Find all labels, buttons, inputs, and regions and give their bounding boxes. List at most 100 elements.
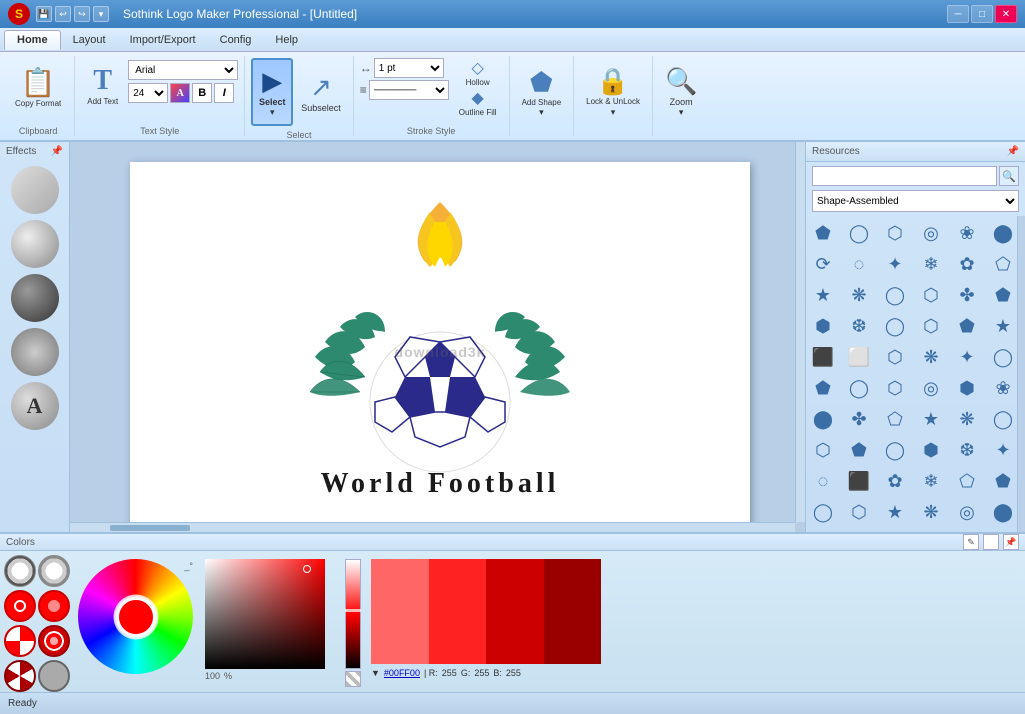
quick-redo-btn[interactable]: ↪ bbox=[74, 6, 90, 22]
swatch-red[interactable] bbox=[4, 590, 36, 622]
shape-item-25[interactable]: ⬜ bbox=[844, 342, 874, 372]
resources-search-input[interactable] bbox=[812, 166, 997, 186]
menu-layout[interactable]: Layout bbox=[61, 31, 118, 49]
gradient-square[interactable] bbox=[205, 559, 325, 669]
shape-item-60[interactable]: ⬟ bbox=[808, 528, 838, 532]
shape-item-20[interactable]: ◯ bbox=[880, 311, 910, 341]
shape-item-40[interactable]: ❋ bbox=[952, 404, 982, 434]
shape-item-65[interactable]: ❀ bbox=[988, 528, 1018, 532]
shape-item-12[interactable]: ★ bbox=[808, 280, 838, 310]
shape-item-56[interactable]: ★ bbox=[880, 497, 910, 527]
canvas-area[interactable]: World Football download3k bbox=[70, 142, 805, 532]
h-scrollbar[interactable] bbox=[70, 522, 795, 532]
v-scrollbar[interactable] bbox=[795, 142, 805, 522]
shape-item-13[interactable]: ❋ bbox=[844, 280, 874, 310]
bold-btn[interactable]: B bbox=[192, 83, 212, 103]
add-shape-btn[interactable]: ⬟ Add Shape ▾ bbox=[516, 58, 568, 126]
shape-item-59[interactable]: ⬤ bbox=[988, 497, 1018, 527]
swatch-neutral2[interactable] bbox=[38, 555, 70, 587]
shape-item-55[interactable]: ⬡ bbox=[844, 497, 874, 527]
stroke-line-select[interactable]: ────── bbox=[369, 80, 449, 100]
select-btn[interactable]: ▶ Select ▾ bbox=[251, 58, 293, 126]
add-text-btn[interactable]: T Add Text bbox=[81, 58, 124, 116]
shape-item-23[interactable]: ★ bbox=[988, 311, 1018, 341]
swatch-dark-red[interactable] bbox=[4, 660, 36, 692]
shape-item-64[interactable]: ⬢ bbox=[952, 528, 982, 532]
resources-category-select[interactable]: Shape-Assembled Shape-Basic Shape-Comple… bbox=[812, 190, 1019, 212]
swatch-gray[interactable] bbox=[38, 660, 70, 692]
lock-unlock-btn[interactable]: 🔒 Lock & UnLock ▾ bbox=[580, 58, 646, 126]
shape-item-8[interactable]: ✦ bbox=[880, 249, 910, 279]
shape-item-32[interactable]: ⬡ bbox=[880, 373, 910, 403]
color-strip-1[interactable] bbox=[371, 559, 429, 664]
color-hex-link[interactable]: #00FF00 bbox=[384, 668, 420, 678]
quick-save-btn[interactable]: 💾 bbox=[36, 6, 52, 22]
font-family-select[interactable]: Arial bbox=[128, 60, 238, 80]
color-strip-2[interactable] bbox=[429, 559, 487, 664]
shape-item-61[interactable]: ◯ bbox=[844, 528, 874, 532]
shape-item-19[interactable]: ❆ bbox=[844, 311, 874, 341]
colors-white-swatch[interactable] bbox=[983, 534, 999, 550]
hue-slider[interactable] bbox=[345, 559, 361, 669]
shape-item-17[interactable]: ⬟ bbox=[988, 280, 1018, 310]
italic-btn[interactable]: I bbox=[214, 83, 234, 103]
swatch-red-complex[interactable] bbox=[38, 625, 70, 657]
shape-item-31[interactable]: ◯ bbox=[844, 373, 874, 403]
shape-item-62[interactable]: ✦ bbox=[880, 528, 910, 532]
shape-item-48[interactable]: ◌ bbox=[808, 466, 838, 496]
shape-item-10[interactable]: ✿ bbox=[952, 249, 982, 279]
hollow-btn[interactable]: ◇ Hollow bbox=[458, 58, 498, 86]
shape-item-3[interactable]: ◎ bbox=[916, 218, 946, 248]
color-wheel-container[interactable]: _° bbox=[78, 559, 193, 674]
close-button[interactable]: ✕ bbox=[995, 5, 1017, 23]
quick-undo-btn[interactable]: ↩ bbox=[55, 6, 71, 22]
shape-item-38[interactable]: ⬠ bbox=[880, 404, 910, 434]
effects-pin[interactable]: 📌 bbox=[51, 146, 63, 157]
shape-item-16[interactable]: ✤ bbox=[952, 280, 982, 310]
color-wheel[interactable] bbox=[78, 559, 193, 674]
shape-item-9[interactable]: ❄ bbox=[916, 249, 946, 279]
menu-home[interactable]: Home bbox=[4, 30, 61, 50]
shape-item-43[interactable]: ⬟ bbox=[844, 435, 874, 465]
shape-item-1[interactable]: ◯ bbox=[844, 218, 874, 248]
shape-item-21[interactable]: ⬡ bbox=[916, 311, 946, 341]
shape-item-18[interactable]: ⬢ bbox=[808, 311, 838, 341]
h-scroll-thumb[interactable] bbox=[110, 525, 190, 531]
shape-item-34[interactable]: ⬢ bbox=[952, 373, 982, 403]
zoom-btn[interactable]: 🔍 Zoom ▾ bbox=[659, 58, 703, 126]
color-dropdown-btn[interactable]: ▼ bbox=[371, 668, 380, 678]
shape-item-45[interactable]: ⬢ bbox=[916, 435, 946, 465]
shape-item-42[interactable]: ⬡ bbox=[808, 435, 838, 465]
shape-item-33[interactable]: ◎ bbox=[916, 373, 946, 403]
shape-item-29[interactable]: ◯ bbox=[988, 342, 1018, 372]
menu-importexport[interactable]: Import/Export bbox=[118, 31, 208, 49]
shape-item-22[interactable]: ⬟ bbox=[952, 311, 982, 341]
shape-item-7[interactable]: ◌ bbox=[844, 249, 874, 279]
resources-pin[interactable]: 📌 bbox=[1007, 146, 1019, 157]
copy-format-btn[interactable]: 📋 Copy Format bbox=[8, 58, 68, 116]
shape-item-2[interactable]: ⬡ bbox=[880, 218, 910, 248]
effect-letter[interactable]: A bbox=[11, 382, 59, 430]
text-color-ab-btn[interactable]: A bbox=[170, 83, 190, 103]
shape-item-11[interactable]: ⬠ bbox=[988, 249, 1018, 279]
colors-pin[interactable]: 📌 bbox=[1003, 534, 1019, 550]
shape-item-57[interactable]: ❋ bbox=[916, 497, 946, 527]
outline-fill-btn[interactable]: ◆ Outline Fill bbox=[453, 88, 503, 116]
shape-item-47[interactable]: ✦ bbox=[988, 435, 1018, 465]
shape-item-50[interactable]: ✿ bbox=[880, 466, 910, 496]
shape-item-0[interactable]: ⬟ bbox=[808, 218, 838, 248]
shape-item-52[interactable]: ⬠ bbox=[952, 466, 982, 496]
shape-item-26[interactable]: ⬡ bbox=[880, 342, 910, 372]
shape-item-37[interactable]: ✤ bbox=[844, 404, 874, 434]
menu-config[interactable]: Config bbox=[208, 31, 264, 49]
swatch-red-checker[interactable] bbox=[4, 625, 36, 657]
swatch-red2[interactable] bbox=[38, 590, 70, 622]
shape-item-5[interactable]: ⬤ bbox=[988, 218, 1018, 248]
shape-item-58[interactable]: ◎ bbox=[952, 497, 982, 527]
stroke-width-select[interactable]: 1 pt bbox=[374, 58, 444, 78]
shape-item-15[interactable]: ⬡ bbox=[916, 280, 946, 310]
effect-shiny[interactable] bbox=[11, 220, 59, 268]
effect-dark[interactable] bbox=[11, 274, 59, 322]
shape-item-27[interactable]: ❋ bbox=[916, 342, 946, 372]
color-strip-4[interactable] bbox=[544, 559, 602, 664]
